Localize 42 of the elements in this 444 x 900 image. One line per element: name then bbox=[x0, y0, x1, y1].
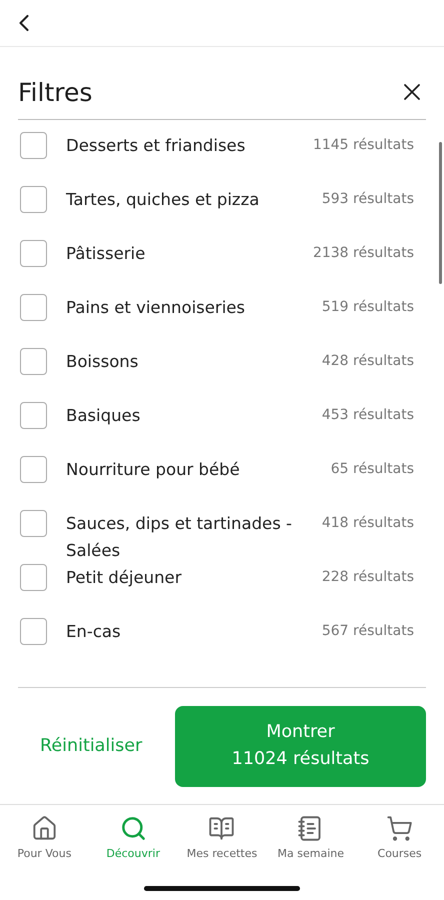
checkbox[interactable] bbox=[20, 510, 47, 537]
checkbox[interactable] bbox=[20, 294, 47, 321]
result-count: 428 résultats bbox=[322, 352, 414, 371]
checkbox[interactable] bbox=[20, 240, 47, 267]
result-count: 228 résultats bbox=[322, 568, 414, 587]
checkbox[interactable] bbox=[20, 456, 47, 483]
checkbox[interactable] bbox=[20, 564, 47, 591]
filter-label: Desserts et friandises bbox=[66, 135, 246, 157]
result-count: 2138 résultats bbox=[312, 244, 414, 263]
filter-label: Pâtisserie bbox=[66, 243, 146, 265]
filter-label: Nourriture pour bébé bbox=[66, 459, 241, 481]
filter-label: Tartes, quiches et pizza bbox=[66, 189, 260, 211]
filter-label: Boissons bbox=[66, 351, 140, 373]
result-count: 1145 résultats bbox=[312, 136, 414, 155]
checkbox[interactable] bbox=[20, 186, 47, 213]
result-count: 418 résultats bbox=[322, 514, 414, 533]
reset-button[interactable]: Réinitialiser bbox=[30, 730, 152, 762]
filter-label: En-cas bbox=[66, 621, 122, 643]
filter-label: Basiques bbox=[66, 405, 142, 427]
book-icon bbox=[208, 815, 236, 842]
result-count: 453 résultats bbox=[322, 406, 414, 425]
filter-label: Sauces, dips et tartinades - Salées bbox=[66, 513, 293, 562]
checkbox[interactable] bbox=[20, 348, 47, 375]
tab-bar-item[interactable]: Mes recettes bbox=[178, 815, 266, 860]
filter-label: Petit déjeuner bbox=[66, 567, 182, 589]
result-count: 65 résultats bbox=[330, 460, 414, 479]
result-count: 519 résultats bbox=[322, 298, 414, 317]
tab-bar-item[interactable]: Pour Vous bbox=[0, 815, 89, 860]
result-count: 593 résultats bbox=[322, 190, 414, 209]
filter-title: Filtres bbox=[18, 78, 92, 106]
search-icon bbox=[120, 815, 147, 842]
tab-bar-item[interactable]: Courses bbox=[355, 815, 444, 860]
checkbox[interactable] bbox=[20, 132, 47, 159]
result-count: 567 résultats bbox=[322, 622, 414, 641]
show-results-button[interactable]: Montrer 11024 résultats bbox=[175, 706, 426, 786]
tab-bar-item[interactable]: Découvrir bbox=[88, 815, 178, 860]
home-icon bbox=[30, 815, 58, 842]
cart-icon bbox=[386, 815, 414, 842]
checkbox[interactable] bbox=[20, 402, 47, 429]
tab-bar-item[interactable]: Ma semaine bbox=[266, 815, 356, 860]
checkbox[interactable] bbox=[20, 618, 47, 645]
filter-label: Pains et viennoiseries bbox=[66, 297, 246, 319]
